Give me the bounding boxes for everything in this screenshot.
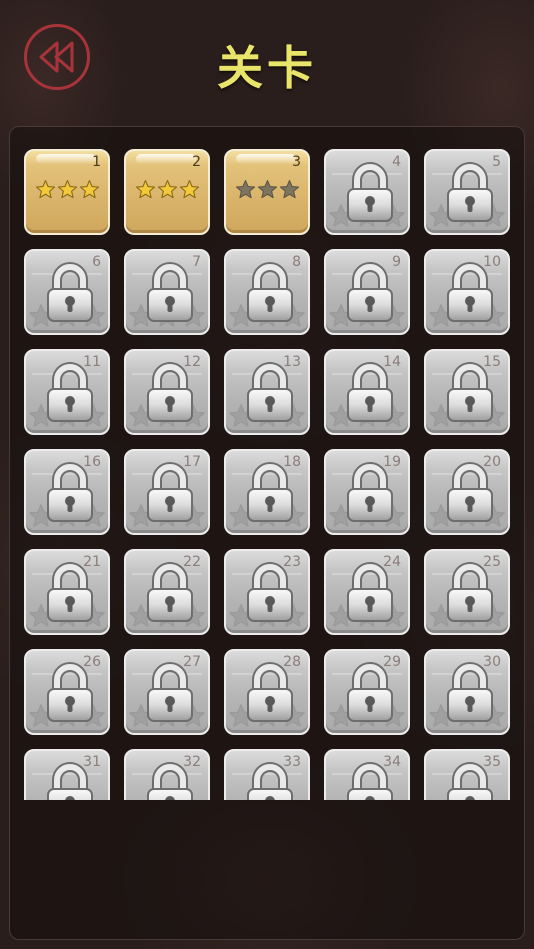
- lock-icon: [247, 362, 293, 422]
- lock-icon: [447, 362, 493, 422]
- level-tile[interactable]: 33: [224, 749, 310, 800]
- lock-icon: [447, 262, 493, 322]
- level-tile[interactable]: 2: [124, 149, 210, 235]
- lock-icon: [247, 762, 293, 800]
- star-filled-icon: [79, 180, 99, 199]
- level-tile[interactable]: 4: [324, 149, 410, 235]
- star-rating: [226, 179, 308, 200]
- lock-icon: [347, 162, 393, 222]
- level-tile[interactable]: 30: [424, 649, 510, 735]
- level-tile[interactable]: 35: [424, 749, 510, 800]
- lock-icon: [447, 462, 493, 522]
- level-tile[interactable]: 17: [124, 449, 210, 535]
- star-filled-icon: [57, 180, 77, 199]
- level-tile[interactable]: 22: [124, 549, 210, 635]
- level-tile[interactable]: 13: [224, 349, 310, 435]
- lock-icon: [147, 762, 193, 800]
- lock-icon: [247, 462, 293, 522]
- lock-icon: [447, 562, 493, 622]
- star-rating: [26, 179, 108, 200]
- level-tile[interactable]: 32: [124, 749, 210, 800]
- level-tile[interactable]: 18: [224, 449, 310, 535]
- level-tile[interactable]: 16: [24, 449, 110, 535]
- lock-icon: [147, 262, 193, 322]
- star-empty-icon: [257, 180, 277, 199]
- level-tile[interactable]: 6: [24, 249, 110, 335]
- level-tile[interactable]: 8: [224, 249, 310, 335]
- level-tile[interactable]: 26: [24, 649, 110, 735]
- lock-icon: [347, 562, 393, 622]
- star-filled-icon: [35, 180, 55, 199]
- level-grid-viewport[interactable]: 1 2 3 4 5 6 7 8 9 10 11 12 13 14 15 16 17 18 19 20 21 22 23 24 2…: [24, 149, 514, 800]
- lock-icon: [347, 462, 393, 522]
- level-tile[interactable]: 28: [224, 649, 310, 735]
- level-number: 1: [92, 154, 101, 170]
- lock-icon: [147, 562, 193, 622]
- lock-icon: [47, 762, 93, 800]
- level-tile[interactable]: 1: [24, 149, 110, 235]
- lock-icon: [347, 762, 393, 800]
- lock-icon: [147, 362, 193, 422]
- level-tile[interactable]: 24: [324, 549, 410, 635]
- level-tile[interactable]: 20: [424, 449, 510, 535]
- level-panel: 1 2 3 4 5 6 7 8 9 10 11 12 13 14 15 16 17 18 19 20 21 22 23 24 2…: [9, 126, 525, 940]
- level-tile[interactable]: 23: [224, 549, 310, 635]
- star-empty-icon: [279, 180, 299, 199]
- star-rating: [126, 179, 208, 200]
- level-tile[interactable]: 31: [24, 749, 110, 800]
- lock-icon: [347, 262, 393, 322]
- level-number: 2: [192, 154, 201, 170]
- lock-icon: [347, 662, 393, 722]
- level-tile[interactable]: 14: [324, 349, 410, 435]
- level-tile[interactable]: 11: [24, 349, 110, 435]
- level-tile[interactable]: 21: [24, 549, 110, 635]
- level-grid: 1 2 3 4 5 6 7 8 9 10 11 12 13 14 15 16 17 18 19 20 21 22 23 24 2…: [24, 149, 514, 800]
- level-tile[interactable]: 29: [324, 649, 410, 735]
- level-tile[interactable]: 7: [124, 249, 210, 335]
- level-tile[interactable]: 25: [424, 549, 510, 635]
- level-tile[interactable]: 27: [124, 649, 210, 735]
- star-filled-icon: [135, 180, 155, 199]
- lock-icon: [47, 662, 93, 722]
- lock-icon: [47, 462, 93, 522]
- page-title: 关卡: [217, 41, 317, 95]
- lock-icon: [47, 562, 93, 622]
- lock-icon: [247, 562, 293, 622]
- lock-icon: [247, 262, 293, 322]
- level-tile[interactable]: 3: [224, 149, 310, 235]
- lock-icon: [147, 462, 193, 522]
- level-tile[interactable]: 34: [324, 749, 410, 800]
- star-filled-icon: [179, 180, 199, 199]
- lock-icon: [247, 662, 293, 722]
- star-filled-icon: [157, 180, 177, 199]
- lock-icon: [47, 362, 93, 422]
- star-empty-icon: [235, 180, 255, 199]
- level-tile[interactable]: 15: [424, 349, 510, 435]
- lock-icon: [447, 662, 493, 722]
- level-tile[interactable]: 19: [324, 449, 410, 535]
- lock-icon: [447, 762, 493, 800]
- lock-icon: [47, 262, 93, 322]
- level-tile[interactable]: 10: [424, 249, 510, 335]
- lock-icon: [347, 362, 393, 422]
- level-number: 3: [292, 154, 301, 170]
- lock-icon: [147, 662, 193, 722]
- level-tile[interactable]: 12: [124, 349, 210, 435]
- lock-icon: [447, 162, 493, 222]
- level-tile[interactable]: 5: [424, 149, 510, 235]
- level-tile[interactable]: 9: [324, 249, 410, 335]
